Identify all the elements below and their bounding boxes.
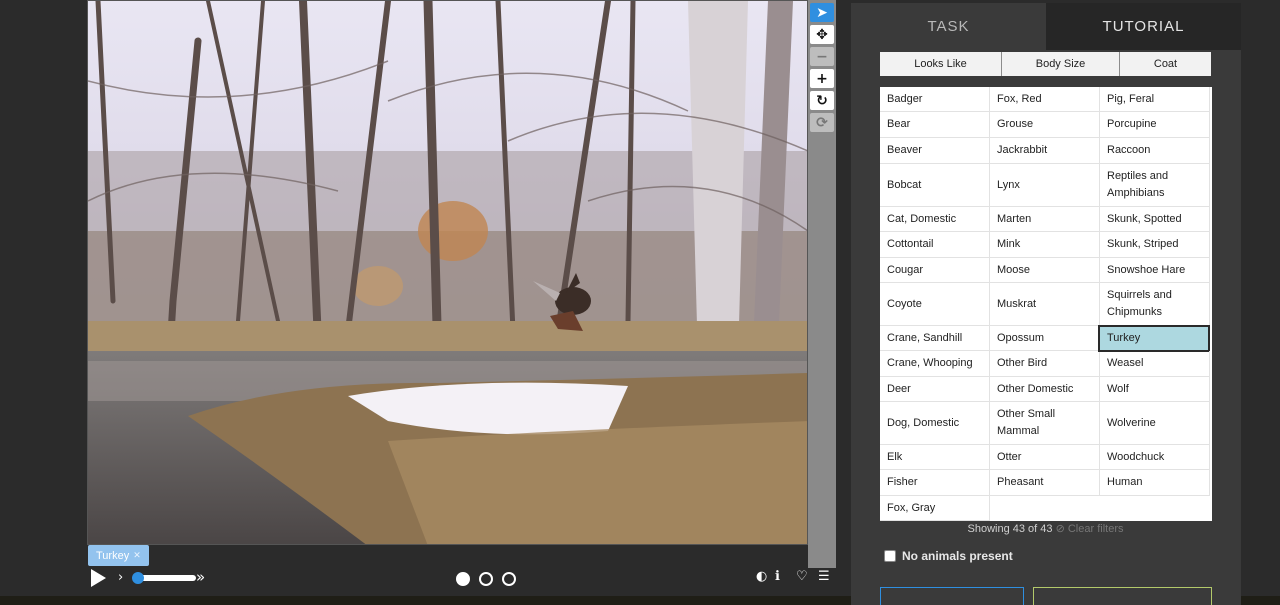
filter-body-size[interactable]: Body Size [1002, 52, 1119, 76]
choice-item[interactable]: Other Domestic [990, 377, 1100, 402]
frame-dot-3[interactable] [502, 572, 516, 586]
choice-item[interactable]: Elk [880, 445, 990, 470]
choice-item[interactable]: Cougar [880, 258, 990, 283]
results-count: Showing 43 of 43 ⊘ Clear filters [880, 522, 1211, 535]
rotate-icon: ↻ [816, 92, 828, 109]
invert-icon[interactable]: ◐ [756, 569, 767, 584]
choice-item[interactable]: Wolf [1100, 377, 1210, 402]
no-animals-checkbox[interactable] [884, 550, 896, 562]
choice-item[interactable]: Skunk, Spotted [1100, 207, 1210, 232]
choice-item[interactable]: Mink [990, 232, 1100, 258]
no-animals-label: No animals present [902, 549, 1013, 563]
chevron-right-icon[interactable]: › [118, 570, 123, 585]
plus-icon: + [816, 70, 828, 87]
choice-item[interactable]: Weasel [1100, 351, 1210, 377]
choice-item[interactable]: Woodchuck [1100, 445, 1210, 470]
choice-item[interactable]: Beaver [880, 138, 990, 164]
choice-item[interactable]: Other Small Mammal [990, 402, 1100, 445]
speed-slider-thumb[interactable] [132, 572, 144, 584]
choice-item[interactable]: Other Bird [990, 351, 1100, 377]
choice-item[interactable]: Skunk, Striped [1100, 232, 1210, 258]
choice-item[interactable]: Fox, Gray [880, 496, 990, 521]
choice-item[interactable]: Reptiles and Amphibians [1100, 164, 1210, 207]
annotate-tool-button[interactable]: ➤ [810, 3, 834, 22]
choice-item[interactable]: Raccoon [1100, 138, 1210, 164]
choice-item[interactable]: Human [1100, 470, 1210, 496]
no-animals-option[interactable]: No animals present [884, 549, 1013, 563]
frame-dot-2[interactable] [479, 572, 493, 586]
choice-list: Badger Bear Beaver Bobcat Cat, Domestic … [880, 87, 1212, 521]
choice-item[interactable]: Crane, Whooping [880, 351, 990, 377]
choice-item[interactable]: Cat, Domestic [880, 207, 990, 232]
minus-icon: − [816, 48, 828, 65]
showing-text: Showing 43 of 43 [967, 523, 1053, 535]
choice-item[interactable]: Coyote [880, 283, 990, 326]
info-icon[interactable]: ℹ [775, 569, 780, 584]
selected-choice-chip[interactable]: Turkey ✕ [88, 545, 149, 566]
zoom-out-button[interactable]: − [810, 47, 834, 66]
zoom-in-button[interactable]: + [810, 69, 834, 88]
choice-item[interactable]: Otter [990, 445, 1100, 470]
fast-forward-icon[interactable]: » [196, 568, 205, 586]
choice-item[interactable]: Moose [990, 258, 1100, 283]
choice-item[interactable]: Squirrels and Chipmunks [1100, 283, 1210, 326]
choice-item[interactable]: Opossum [990, 326, 1100, 351]
choice-item[interactable]: Wolverine [1100, 402, 1210, 445]
task-tabs: TASK TUTORIAL [851, 3, 1241, 50]
choice-item[interactable]: Grouse [990, 112, 1100, 138]
image-toolbar: ➤ ✥ − + ↻ ⟳ [808, 0, 836, 568]
frame-dot-1[interactable] [456, 572, 470, 586]
choice-item[interactable]: Bear [880, 112, 990, 138]
favorite-icon[interactable]: ♡ [796, 569, 808, 584]
action-button-left[interactable] [880, 587, 1024, 605]
choice-item[interactable]: Fox, Red [990, 87, 1100, 112]
play-button[interactable] [91, 569, 106, 587]
rotate-button[interactable]: ↻ [810, 91, 834, 110]
remove-icon[interactable]: ✕ [133, 550, 141, 561]
chip-label: Turkey [96, 549, 130, 562]
choice-item[interactable]: Bobcat [880, 164, 990, 207]
choice-item[interactable]: Crane, Sandhill [880, 326, 990, 351]
filter-bar: Looks Like Body Size Coat [880, 52, 1211, 76]
reset-icon: ⟳ [816, 114, 828, 131]
tab-tutorial[interactable]: TUTORIAL [1046, 3, 1241, 50]
move-tool-button[interactable]: ✥ [810, 25, 834, 44]
choice-item-turkey-selected[interactable]: Turkey [1098, 325, 1210, 352]
filter-coat[interactable]: Coat [1120, 52, 1211, 76]
choice-item[interactable]: Pheasant [990, 470, 1100, 496]
choice-item[interactable]: Lynx [990, 164, 1100, 207]
choice-item[interactable]: Snowshoe Hare [1100, 258, 1210, 283]
pointer-icon: ➤ [816, 4, 828, 21]
action-button-right[interactable] [1033, 587, 1212, 605]
choice-item[interactable]: Muskrat [990, 283, 1100, 326]
choice-item[interactable]: Deer [880, 377, 990, 402]
subject-image[interactable] [87, 0, 808, 545]
move-icon: ✥ [816, 26, 828, 43]
choice-item[interactable]: Badger [880, 87, 990, 112]
choice-item[interactable]: Cottontail [880, 232, 990, 258]
choice-item[interactable]: Fisher [880, 470, 990, 496]
choice-item[interactable]: Porcupine [1100, 112, 1210, 138]
choice-item[interactable]: Marten [990, 207, 1100, 232]
filter-looks-like[interactable]: Looks Like [880, 52, 1001, 76]
tab-task[interactable]: TASK [851, 3, 1046, 50]
choice-item[interactable]: Pig, Feral [1100, 87, 1210, 112]
choice-item[interactable]: Dog, Domestic [880, 402, 990, 445]
clear-filters-link[interactable]: ⊘ Clear filters [1056, 523, 1124, 535]
choice-item[interactable]: Jackrabbit [990, 138, 1100, 164]
clear-filters-label: Clear filters [1067, 523, 1124, 535]
reset-button[interactable]: ⟳ [810, 113, 834, 132]
camera-photo [88, 1, 807, 544]
collections-icon[interactable]: ☰ [818, 569, 830, 584]
